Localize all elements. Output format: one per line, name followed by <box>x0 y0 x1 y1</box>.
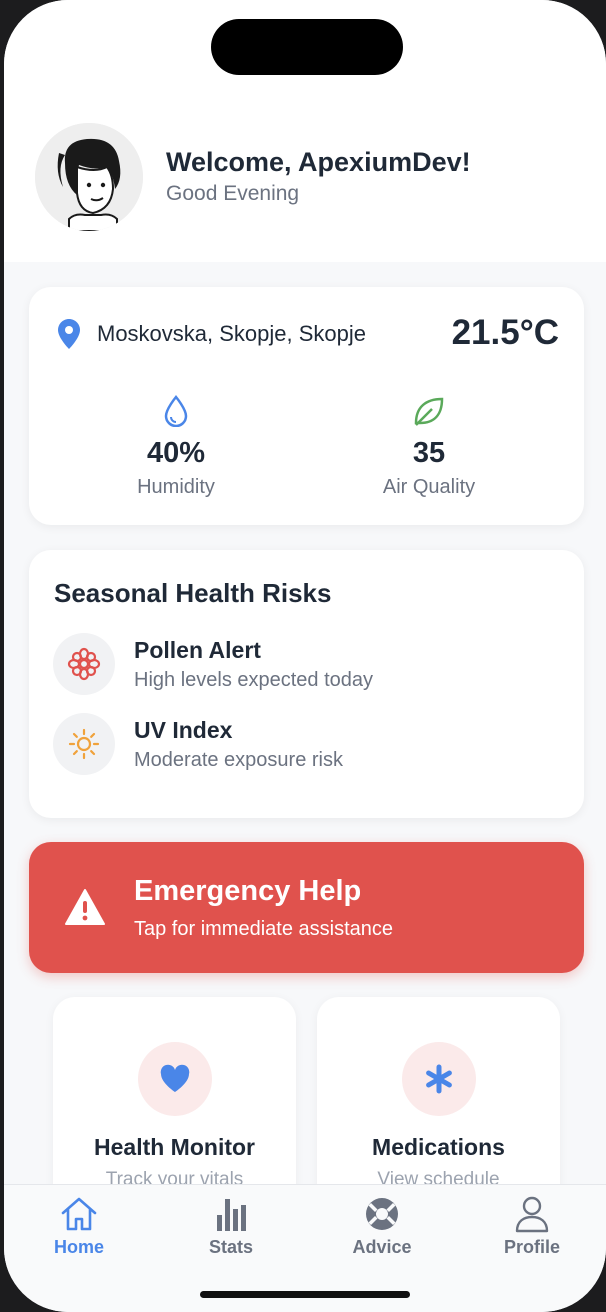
temperature: 21.5°C <box>451 313 559 352</box>
weather-card[interactable]: Moskovska, Skopje, Skopje 21.5°C 40% Hum… <box>29 287 584 525</box>
risk-title: UV Index <box>134 717 233 743</box>
emergency-help-button[interactable]: Emergency Help Tap for immediate assista… <box>29 842 584 973</box>
tab-label: Profile <box>503 1237 560 1257</box>
tab-stats[interactable]: Stats <box>171 1195 291 1258</box>
humidity-value: 40% <box>146 437 206 469</box>
avatar[interactable] <box>35 123 143 231</box>
location-text: Moskovska, Skopje, Skopje <box>97 321 367 346</box>
risk-description: Moderate exposure risk <box>134 749 343 771</box>
tab-advice[interactable]: Advice <box>322 1195 442 1258</box>
risk-item-uv[interactable]: UV Index Moderate exposure risk <box>53 713 563 777</box>
tile-icon-container <box>402 1042 476 1116</box>
risk-item-pollen[interactable]: Pollen Alert High levels expected today <box>53 633 563 697</box>
risk-icon-container <box>53 713 115 775</box>
seasonal-risks-card: Seasonal Health Risks Pollen Alert High … <box>29 550 584 818</box>
user-avatar-illustration <box>35 123 143 231</box>
humidity-stat: 40% Humidity <box>76 395 276 499</box>
app-screen: Welcome, ApexiumDev! Good Evening Moskov… <box>4 0 606 1312</box>
tab-home[interactable]: Home <box>19 1195 139 1258</box>
humidity-label: Humidity <box>137 476 215 498</box>
flower-icon <box>67 647 101 681</box>
tab-label: Advice <box>352 1237 412 1257</box>
risks-title: Seasonal Health Risks <box>54 578 332 608</box>
emergency-title: Emergency Help <box>134 875 362 907</box>
warning-icon <box>65 889 105 925</box>
water-drop-icon <box>164 395 188 427</box>
air-quality-label: Air Quality <box>382 476 476 498</box>
person-icon <box>515 1196 549 1233</box>
greeting-text: Good Evening <box>166 182 300 205</box>
heart-icon <box>160 1064 190 1092</box>
risk-title: Pollen Alert <box>134 637 261 663</box>
lifebuoy-icon <box>366 1198 398 1230</box>
tab-profile[interactable]: Profile <box>472 1195 592 1258</box>
risk-description: High levels expected today <box>134 669 374 691</box>
dynamic-island <box>211 19 403 75</box>
risk-icon-container <box>53 633 115 695</box>
location-pin-icon <box>58 319 80 349</box>
tab-label: Stats <box>208 1237 253 1257</box>
home-indicator <box>200 1291 410 1298</box>
asterisk-icon <box>426 1064 452 1094</box>
tab-label: Home <box>53 1237 104 1257</box>
welcome-text: Welcome, ApexiumDev! <box>166 147 471 177</box>
air-quality-stat: 35 Air Quality <box>329 395 529 499</box>
emergency-subtitle: Tap for immediate assistance <box>134 918 394 940</box>
tile-title: Medications <box>372 1134 505 1160</box>
leaf-icon <box>414 397 444 426</box>
air-quality-value: 35 <box>412 437 446 469</box>
tile-title: Health Monitor <box>94 1134 255 1160</box>
bar-chart-icon <box>217 1199 246 1231</box>
tile-icon-container <box>138 1042 212 1116</box>
sun-icon <box>68 728 100 760</box>
home-icon <box>61 1197 97 1231</box>
